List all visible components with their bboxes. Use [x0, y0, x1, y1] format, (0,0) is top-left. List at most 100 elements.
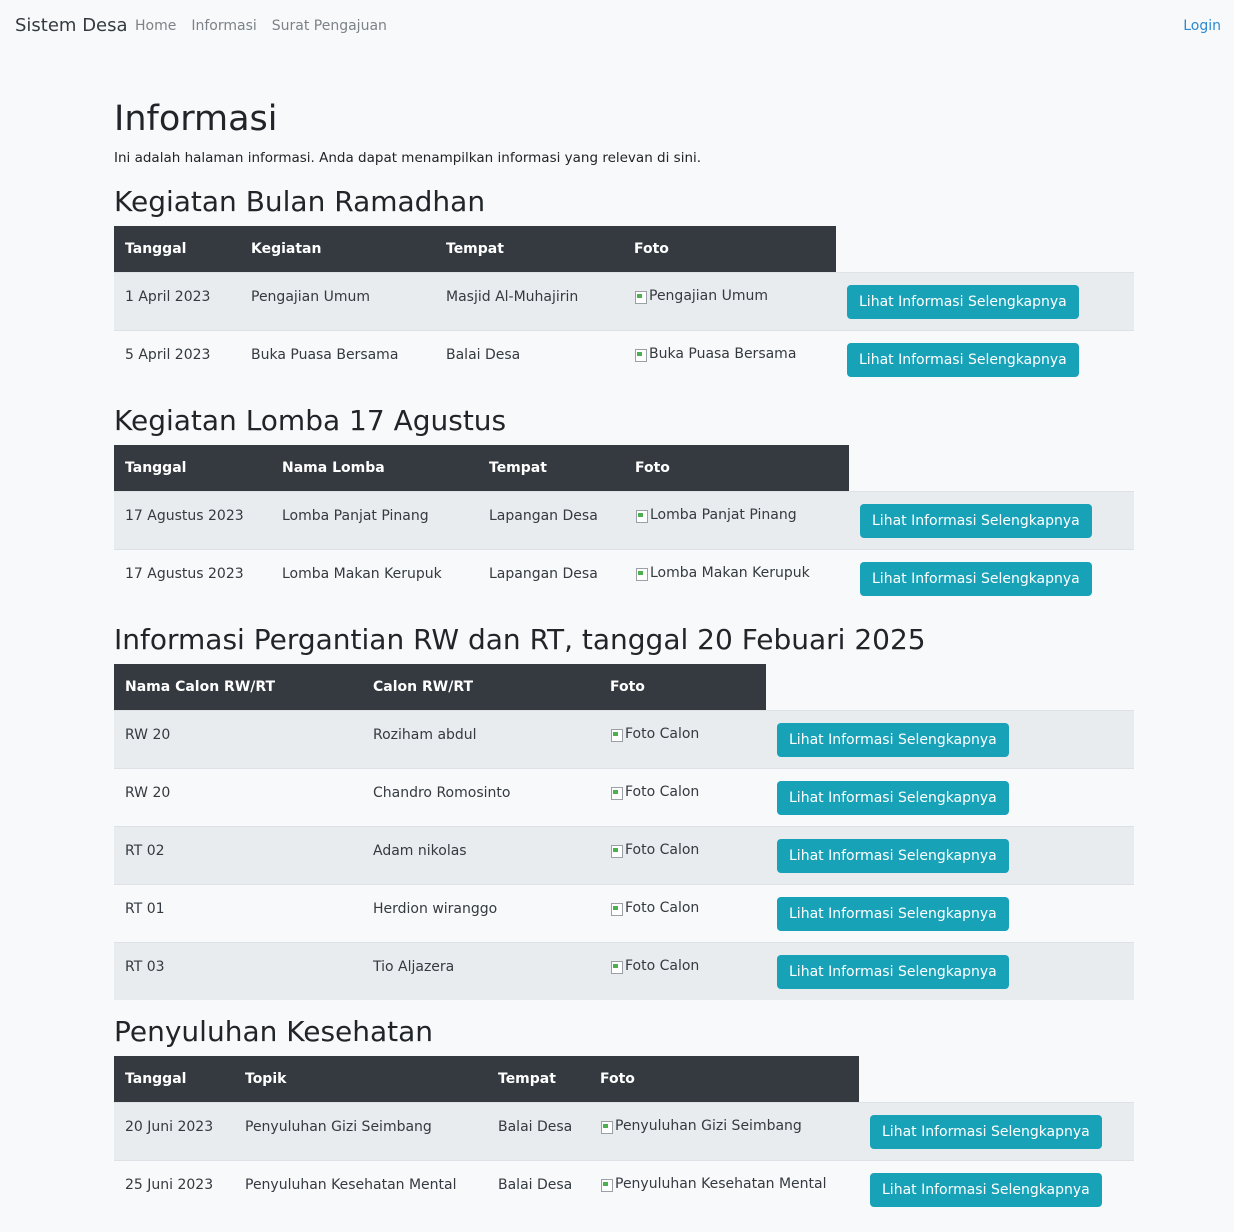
detail-button[interactable]: Lihat Informasi Selengkapnya: [777, 897, 1009, 931]
detail-button[interactable]: Lihat Informasi Selengkapnya: [777, 955, 1009, 989]
cell-tempat: Lapangan Desa: [489, 508, 598, 524]
table-header: Tanggal Kegiatan Tempat Foto: [114, 226, 836, 272]
table-row: 20 Juni 2023 Penyuluhan Gizi Seimbang Ba…: [114, 1102, 1134, 1160]
detail-button[interactable]: Lihat Informasi Selengkapnya: [777, 839, 1009, 873]
header-foto: Foto: [600, 1071, 635, 1087]
table-row: RT 03 Tio Aljazera Foto Calon Lihat Info…: [114, 942, 1134, 1000]
cell-jabatan: RT 01: [125, 901, 165, 917]
page-header: Informasi Ini adalah halaman informasi. …: [114, 95, 1134, 167]
table-row: RW 20 Chandro Romosinto Foto Calon Lihat…: [114, 768, 1134, 826]
image-alt-text: Lomba Makan Kerupuk: [650, 565, 810, 581]
cell-topik: Penyuluhan Kesehatan Mental: [245, 1177, 457, 1193]
cell-jabatan: RW 20: [125, 727, 171, 743]
section-title-rwrt: Informasi Pergantian RW dan RT, tanggal …: [114, 623, 926, 656]
nav-link-informasi[interactable]: Informasi: [191, 18, 256, 34]
header-foto: Foto: [634, 241, 669, 257]
table-header: Nama Calon RW/RT Calon RW/RT Foto: [114, 664, 766, 710]
image-alt-text: Foto Calon: [625, 726, 700, 742]
cell-tempat: Lapangan Desa: [489, 566, 598, 582]
broken-image: Pengajian Umum: [634, 288, 768, 304]
table-ramadhan: Tanggal Kegiatan Tempat Foto 1 April 202…: [114, 226, 1134, 388]
broken-image-icon: [600, 1178, 614, 1192]
broken-image-icon: [635, 509, 649, 523]
page-description: Ini adalah halaman informasi. Anda dapat…: [114, 150, 702, 166]
table-row: 17 Agustus 2023 Lomba Makan Kerupuk Lapa…: [114, 549, 1134, 607]
broken-image: Foto Calon: [610, 726, 699, 742]
detail-button[interactable]: Lihat Informasi Selengkapnya: [777, 781, 1009, 815]
header-topik: Topik: [245, 1071, 287, 1087]
header-tempat: Tempat: [489, 460, 547, 476]
cell-nama-lomba: Lomba Panjat Pinang: [282, 508, 429, 524]
detail-button[interactable]: Lihat Informasi Selengkapnya: [870, 1115, 1102, 1149]
header-nama-lomba: Nama Lomba: [282, 460, 385, 476]
cell-kegiatan: Pengajian Umum: [251, 289, 370, 305]
cell-nama: Chandro Romosinto: [373, 785, 511, 801]
cell-tanggal: 20 Juni 2023: [125, 1119, 214, 1135]
image-alt-text: Buka Puasa Bersama: [649, 346, 797, 362]
header-kegiatan: Kegiatan: [251, 241, 322, 257]
cell-jabatan: RT 02: [125, 843, 165, 859]
detail-button[interactable]: Lihat Informasi Selengkapnya: [860, 562, 1092, 596]
cell-tanggal: 1 April 2023: [125, 289, 211, 305]
table-row: RW 20 Roziham abdul Foto Calon Lihat Inf…: [114, 710, 1134, 768]
section-title-kesehatan: Penyuluhan Kesehatan: [114, 1015, 434, 1048]
cell-tanggal: 25 Juni 2023: [125, 1177, 214, 1193]
broken-image-icon: [610, 844, 624, 858]
login-link[interactable]: Login: [1183, 18, 1221, 34]
broken-image: Buka Puasa Bersama: [634, 346, 796, 362]
broken-image: Foto Calon: [610, 900, 699, 916]
broken-image-icon: [610, 786, 624, 800]
image-alt-text: Foto Calon: [625, 900, 700, 916]
header-tempat: Tempat: [446, 241, 504, 257]
nav-link-surat-pengajuan[interactable]: Surat Pengajuan: [272, 18, 387, 34]
cell-tempat: Balai Desa: [498, 1177, 573, 1193]
broken-image: Penyuluhan Gizi Seimbang: [600, 1118, 802, 1134]
detail-button[interactable]: Lihat Informasi Selengkapnya: [870, 1173, 1102, 1207]
table-row: 25 Juni 2023 Penyuluhan Kesehatan Mental…: [114, 1160, 1134, 1218]
brand[interactable]: Sistem Desa: [15, 15, 128, 36]
cell-jabatan: RW 20: [125, 785, 171, 801]
image-alt-text: Foto Calon: [625, 958, 700, 974]
section-title-lomba: Kegiatan Lomba 17 Agustus: [114, 404, 507, 437]
header-tanggal: Tanggal: [125, 460, 187, 476]
page-title: Informasi: [114, 99, 278, 139]
cell-nama: Herdion wiranggo: [373, 901, 498, 917]
header-tempat: Tempat: [498, 1071, 556, 1087]
detail-button[interactable]: Lihat Informasi Selengkapnya: [860, 504, 1092, 538]
cell-kegiatan: Buka Puasa Bersama: [251, 347, 399, 363]
detail-button[interactable]: Lihat Informasi Selengkapnya: [847, 285, 1079, 319]
broken-image: Lomba Panjat Pinang: [635, 507, 797, 523]
navbar: Sistem Desa Home Informasi Surat Pengaju…: [0, 0, 1234, 52]
cell-nama: Roziham abdul: [373, 727, 477, 743]
table-header: Tanggal Nama Lomba Tempat Foto: [114, 445, 849, 491]
nav-link-home[interactable]: Home: [135, 18, 176, 34]
table-kesehatan: Tanggal Topik Tempat Foto 20 Juni 2023 P…: [114, 1056, 1134, 1218]
section-title-ramadhan: Kegiatan Bulan Ramadhan: [114, 185, 486, 218]
cell-nama: Tio Aljazera: [373, 959, 455, 975]
broken-image: Foto Calon: [610, 958, 699, 974]
detail-button[interactable]: Lihat Informasi Selengkapnya: [847, 343, 1079, 377]
image-alt-text: Foto Calon: [625, 842, 700, 858]
broken-image-icon: [610, 960, 624, 974]
header-tanggal: Tanggal: [125, 1071, 187, 1087]
cell-nama: Adam nikolas: [373, 843, 467, 859]
table-row: 5 April 2023 Buka Puasa Bersama Balai De…: [114, 330, 1134, 388]
image-alt-text: Pengajian Umum: [649, 288, 768, 304]
broken-image-icon: [610, 902, 624, 916]
cell-tanggal: 17 Agustus 2023: [125, 508, 244, 524]
broken-image: Penyuluhan Kesehatan Mental: [600, 1176, 827, 1192]
detail-button[interactable]: Lihat Informasi Selengkapnya: [777, 723, 1009, 757]
broken-image-icon: [634, 348, 648, 362]
broken-image: Lomba Makan Kerupuk: [635, 565, 810, 581]
cell-topik: Penyuluhan Gizi Seimbang: [245, 1119, 432, 1135]
image-alt-text: Penyuluhan Kesehatan Mental: [615, 1176, 827, 1192]
nav-links: Home Informasi Surat Pengajuan: [135, 18, 387, 34]
cell-nama-lomba: Lomba Makan Kerupuk: [282, 566, 442, 582]
header-foto: Foto: [610, 679, 645, 695]
cell-jabatan: RT 03: [125, 959, 165, 975]
broken-image: Foto Calon: [610, 784, 699, 800]
table-rwrt: Nama Calon RW/RT Calon RW/RT Foto RW 20 …: [114, 664, 1134, 1000]
broken-image: Foto Calon: [610, 842, 699, 858]
cell-tanggal: 5 April 2023: [125, 347, 211, 363]
cell-tempat: Balai Desa: [498, 1119, 573, 1135]
